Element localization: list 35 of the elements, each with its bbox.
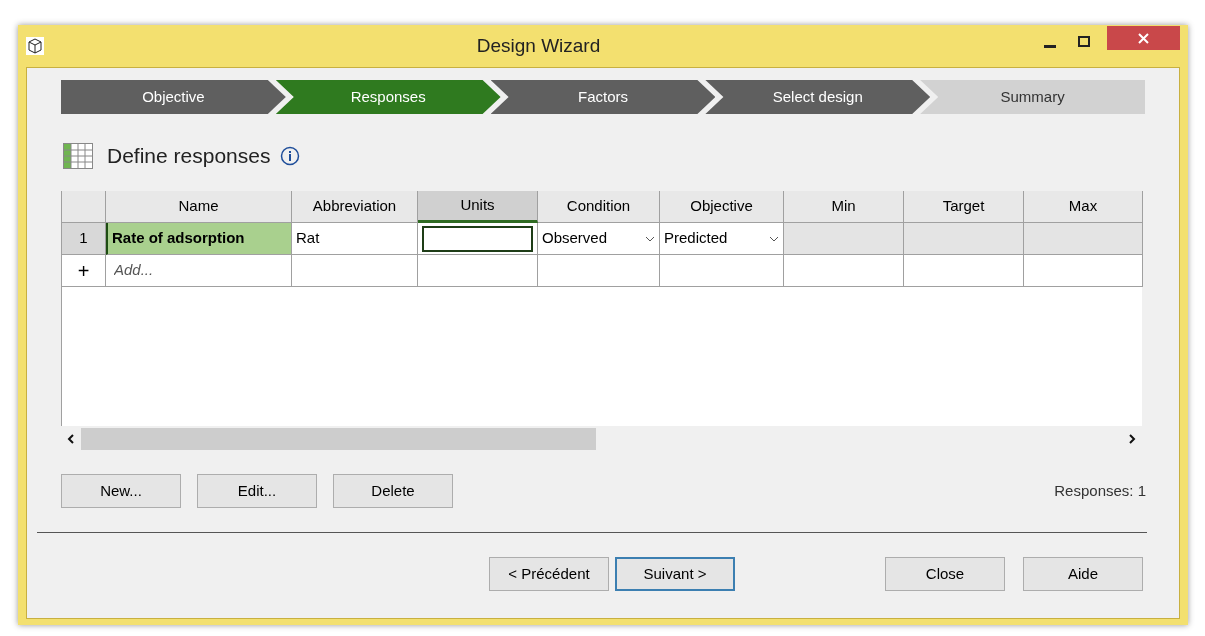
footer-button[interactable]: Aide <box>1023 557 1143 591</box>
window-title: Design Wizard <box>475 33 602 58</box>
table-icon <box>63 143 93 169</box>
response-count: Responses: 1 <box>1054 480 1146 501</box>
wizard-step: Objective <box>61 80 286 114</box>
action-button[interactable]: Delete <box>333 474 453 508</box>
chevron-down-icon <box>645 235 655 242</box>
close-icon <box>1138 32 1149 44</box>
dropdown[interactable]: Observed <box>538 223 660 255</box>
action-button[interactable]: New... <box>61 474 181 508</box>
dropdown[interactable]: Predicted <box>660 223 784 255</box>
table-cell[interactable]: Rate of adsorption <box>106 223 292 255</box>
wizard-step: Responses <box>275 80 501 114</box>
action-button[interactable]: Edit... <box>197 474 317 508</box>
scroll-right-icon[interactable] <box>1126 433 1138 445</box>
table-cell[interactable]: Rat <box>292 223 418 255</box>
footer-button[interactable]: < Précédent <box>489 557 609 591</box>
scrollbar-thumb[interactable] <box>81 428 596 450</box>
cube-icon <box>26 37 44 55</box>
input-field[interactable] <box>422 225 533 252</box>
column-header[interactable]: Units <box>418 191 538 223</box>
wizard-step: Factors <box>490 80 716 114</box>
maximize-icon <box>1078 35 1090 47</box>
info-icon <box>280 146 301 166</box>
wizard-step: Summary <box>920 80 1145 114</box>
scroll-left-icon[interactable] <box>65 433 77 445</box>
close-button[interactable] <box>1107 26 1180 50</box>
add-field[interactable]: Add... <box>114 259 283 282</box>
row-number: 1 <box>62 223 106 255</box>
wizard-step: Select design <box>705 80 931 114</box>
minimize-icon <box>1044 44 1056 48</box>
footer-button[interactable]: Close <box>885 557 1005 591</box>
footer-button[interactable]: Suivant > <box>615 557 735 591</box>
chevron-down-icon <box>769 235 779 242</box>
section-title: Define responses <box>107 143 271 170</box>
